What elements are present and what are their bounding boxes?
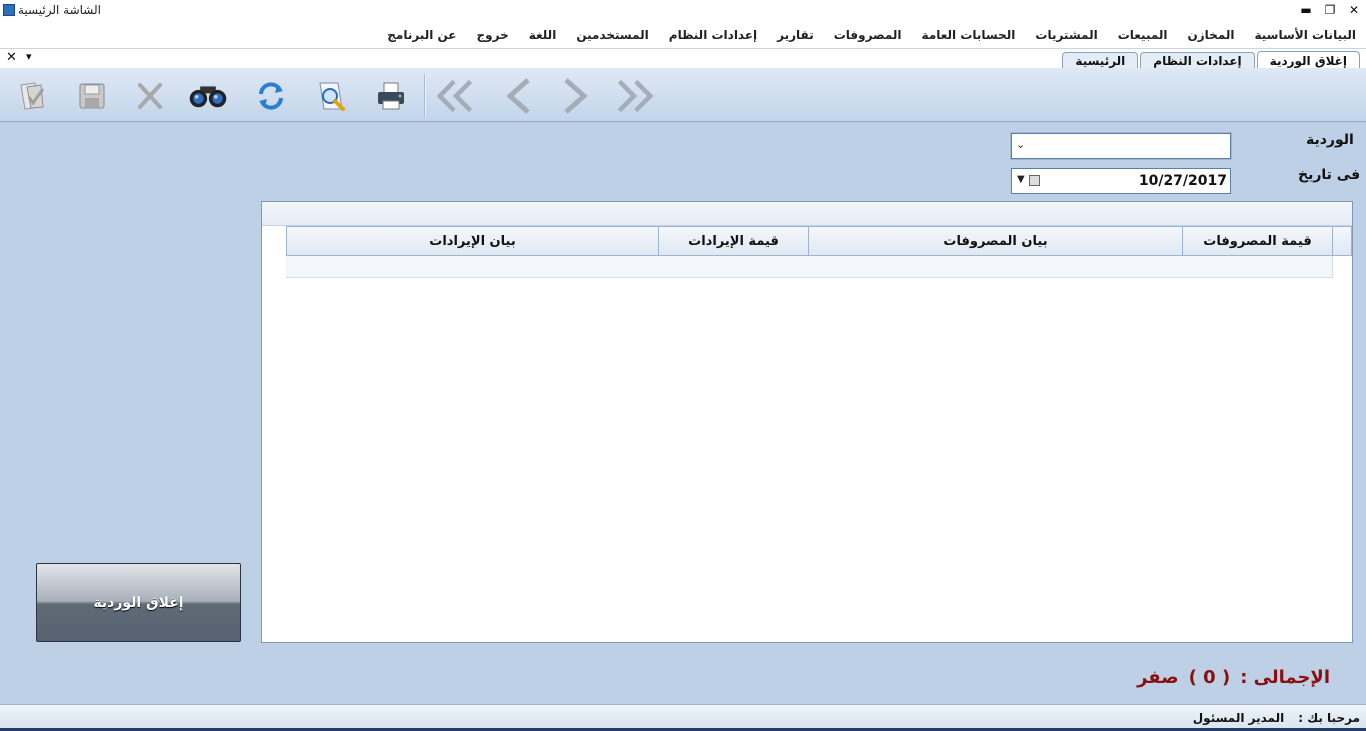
total-in-words: صفر [1137, 667, 1179, 688]
tabs: إغلاق الوردية إعدادات النظام الرئيسية [1060, 51, 1360, 69]
table-row[interactable] [286, 256, 1352, 278]
menu-item-stores[interactable]: المخازن [1188, 28, 1235, 42]
menu-item-expenses[interactable]: المصروفات [834, 28, 902, 42]
status-bar: مرحبا بك : المدير المسئول [0, 704, 1366, 731]
delete-button[interactable] [130, 76, 170, 116]
column-header-expense-value[interactable]: قيمة المصروفات [1182, 226, 1332, 256]
window-title: الشاشة الرئيسية [18, 3, 101, 17]
menu-bar: البيانات الأساسية المخازن المبيعات المشت… [0, 22, 1366, 48]
print-icon [378, 82, 404, 110]
search-button[interactable] [188, 76, 228, 116]
print-button[interactable] [371, 76, 411, 116]
shift-label: الوردية [1306, 132, 1354, 148]
title-bar: الشاشة الرئيسية ▬ ❐ ✕ [0, 0, 1366, 22]
toolbar-separator [424, 74, 426, 118]
minimize-button[interactable]: ▬ [1296, 1, 1316, 19]
shift-dropdown[interactable]: ⌄ [1010, 132, 1232, 160]
save-icon [79, 83, 105, 109]
tab-close-shift[interactable]: إغلاق الوردية [1256, 51, 1360, 69]
dropdown-arrow-icon[interactable]: ▼ [1017, 174, 1025, 185]
current-user: المدير المسئول [1192, 711, 1285, 725]
menu-item-exit[interactable]: خروج [477, 28, 509, 42]
date-picker[interactable]: ▼ 10/27/2017 [1011, 168, 1231, 194]
menu-item-about[interactable]: عن البرنامج [387, 28, 456, 42]
preview-icon [319, 82, 345, 111]
calendar-icon[interactable] [1029, 175, 1040, 186]
menu-item-users[interactable]: المستخدمين [576, 28, 648, 42]
tab-system-settings[interactable]: إعدادات النظام [1140, 52, 1255, 69]
column-header-revenue-description[interactable]: بيان الإيرادات [286, 226, 658, 256]
column-header-revenue-value[interactable]: قيمة الإيرادات [658, 226, 808, 256]
date-value: 10/27/2017 [1138, 173, 1227, 189]
column-header-expense-description[interactable]: بيان المصروفات [808, 226, 1182, 256]
approve-button[interactable] [12, 76, 52, 116]
menu-item-system-settings[interactable]: إعدادات النظام [669, 28, 757, 42]
next-record-button[interactable] [556, 76, 596, 116]
welcome-label: مرحبا بك : [1298, 711, 1360, 725]
menu-item-language[interactable]: اللغة [529, 28, 557, 42]
approve-icon [20, 82, 45, 110]
total-summary: الإجمالى : ( 0 ) صفر [1137, 667, 1330, 688]
previous-record-icon [506, 78, 530, 114]
refresh-button[interactable] [251, 76, 291, 116]
total-label: الإجمالى : [1240, 667, 1330, 688]
grid-group-panel [262, 202, 1352, 226]
close-window-button[interactable]: ✕ [1344, 1, 1364, 19]
last-record-button[interactable] [614, 76, 654, 116]
row-selector[interactable] [1332, 256, 1352, 278]
close-tab-icon[interactable]: ✕ [6, 50, 17, 65]
close-shift-button[interactable]: إغلاق الوردية [36, 563, 241, 642]
refresh-icon [259, 82, 283, 110]
total-value: ( 0 ) [1188, 667, 1231, 688]
last-record-icon [617, 79, 654, 113]
tab-home[interactable]: الرئيسية [1062, 52, 1139, 69]
first-record-icon [436, 79, 473, 113]
menu-item-general-accounts[interactable]: الحسابات العامة [922, 28, 1016, 42]
toolbar [0, 68, 1366, 122]
delete-icon [138, 83, 162, 109]
tab-list-icon[interactable]: ▾ [26, 50, 32, 63]
next-record-icon [564, 78, 588, 114]
grid-header: قيمة المصروفات بيان المصروفات قيمة الإير… [286, 226, 1352, 256]
mdi-tab-strip: ✕ ▾ إغلاق الوردية إعدادات النظام الرئيسي… [0, 48, 1366, 69]
row-selector-header[interactable] [1332, 226, 1352, 256]
transactions-grid: قيمة المصروفات بيان المصروفات قيمة الإير… [261, 201, 1353, 643]
menu-item-reports[interactable]: تقارير [777, 28, 814, 42]
preview-button[interactable] [311, 76, 351, 116]
menu-item-purchases[interactable]: المشتريات [1035, 28, 1097, 42]
first-record-button[interactable] [436, 76, 476, 116]
restore-button[interactable]: ❐ [1320, 1, 1340, 19]
save-button[interactable] [72, 76, 112, 116]
window-controls: ▬ ❐ ✕ [1296, 1, 1364, 19]
menu-item-basic-data[interactable]: البيانات الأساسية [1254, 28, 1356, 42]
chevron-down-icon[interactable]: ⌄ [1016, 138, 1025, 151]
app-icon [3, 4, 15, 16]
menu-item-sales[interactable]: المبيعات [1118, 28, 1168, 42]
search-binoculars-icon [189, 86, 227, 108]
date-label: فى تاريخ [1298, 167, 1361, 183]
previous-record-button[interactable] [498, 76, 538, 116]
